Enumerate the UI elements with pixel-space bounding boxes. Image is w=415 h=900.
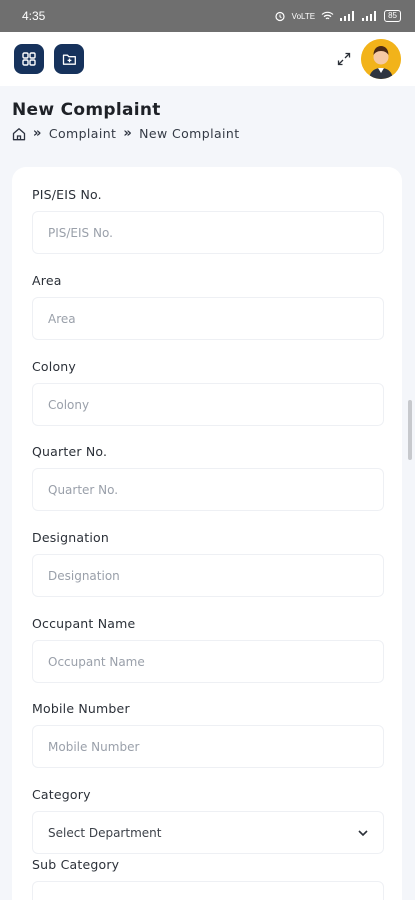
- breadcrumb-item-complaint[interactable]: Complaint: [49, 126, 117, 141]
- breadcrumb: » Complaint » New Complaint: [12, 126, 240, 141]
- field-label: Area: [32, 273, 62, 288]
- area-input[interactable]: Area: [32, 297, 384, 340]
- breadcrumb-separator-icon: »: [123, 126, 133, 141]
- field-label: PIS/EIS No.: [32, 187, 102, 202]
- field-label: Designation: [32, 530, 109, 545]
- signal-icon-2: [362, 11, 377, 21]
- fullscreen-button[interactable]: [335, 50, 353, 68]
- breadcrumb-item-new-complaint: New Complaint: [139, 126, 240, 141]
- field-colony: Colony Colony: [32, 359, 384, 426]
- wifi-icon: [321, 11, 334, 20]
- colony-input[interactable]: Colony: [32, 383, 384, 426]
- designation-input[interactable]: Designation: [32, 554, 384, 597]
- field-sub-category: Sub Category: [32, 857, 384, 900]
- avatar[interactable]: [361, 39, 401, 79]
- complaint-form-card: PIS/EIS No. PIS/EIS No. Area Area Colony…: [12, 167, 402, 900]
- volte-label: VoLTE: [291, 11, 316, 21]
- field-pis-eis: PIS/EIS No. PIS/EIS No.: [32, 187, 384, 254]
- home-icon[interactable]: [12, 127, 26, 141]
- field-label: Mobile Number: [32, 701, 130, 716]
- scrollbar[interactable]: [408, 400, 412, 460]
- quarter-no-input[interactable]: Quarter No.: [32, 468, 384, 511]
- category-select[interactable]: Select Department: [32, 811, 384, 854]
- field-label: Quarter No.: [32, 444, 108, 459]
- field-label: Occupant Name: [32, 616, 136, 631]
- category-selected-value: Select Department: [48, 825, 162, 840]
- battery-indicator: 85: [384, 10, 401, 22]
- system-icons: VoLTE 85: [274, 10, 401, 22]
- add-folder-icon: [62, 54, 76, 65]
- field-quarter-no: Quarter No. Quarter No.: [32, 444, 384, 511]
- page-header: New Complaint » Complaint » New Complain…: [12, 100, 240, 141]
- page-title: New Complaint: [12, 100, 161, 120]
- field-label: Sub Category: [32, 857, 120, 872]
- apps-button[interactable]: [14, 44, 44, 74]
- alarm-icon: [275, 11, 285, 22]
- status-bar: 4:35 VoLTE 85: [0, 0, 415, 32]
- field-label: Category: [32, 787, 91, 802]
- field-mobile-number: Mobile Number Mobile Number: [32, 701, 384, 768]
- user-avatar-icon: [361, 39, 401, 79]
- mobile-number-input[interactable]: Mobile Number: [32, 725, 384, 768]
- field-area: Area Area: [32, 273, 384, 340]
- add-folder-button[interactable]: [54, 44, 84, 74]
- breadcrumb-separator-icon: »: [33, 126, 42, 141]
- signal-icon: [340, 11, 355, 21]
- chevron-down-icon: [358, 829, 368, 836]
- app-bar: [0, 32, 415, 86]
- sub-category-select[interactable]: [32, 881, 384, 900]
- field-label: Colony: [32, 359, 77, 374]
- status-time: 4:35: [22, 9, 46, 23]
- grid-icon: [22, 52, 36, 66]
- pis-eis-input[interactable]: PIS/EIS No.: [32, 211, 384, 254]
- expand-icon: [337, 52, 351, 66]
- field-occupant-name: Occupant Name Occupant Name: [32, 616, 384, 683]
- app-bar-actions: [335, 39, 401, 79]
- field-designation: Designation Designation: [32, 530, 384, 597]
- occupant-name-input[interactable]: Occupant Name: [32, 640, 384, 683]
- field-category: Category Select Department: [32, 787, 384, 854]
